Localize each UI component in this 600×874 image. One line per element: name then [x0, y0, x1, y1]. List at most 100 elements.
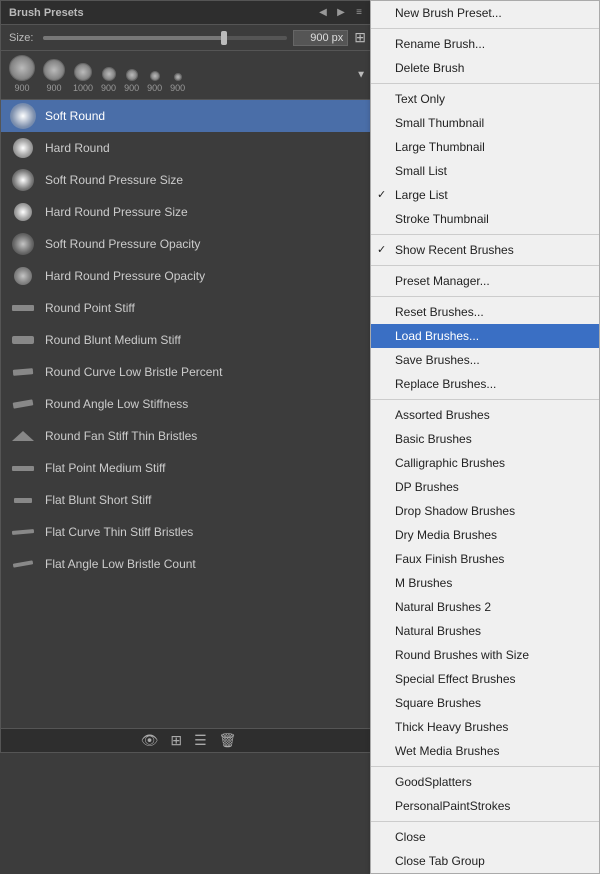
brush-item-hard-round-pressure-opacity[interactable]: Hard Round Pressure Opacity	[1, 260, 374, 292]
menu-basic-brushes[interactable]: Basic Brushes	[371, 427, 599, 451]
grid-view-icon[interactable]: ⊞	[170, 732, 182, 749]
menu-assorted-brushes[interactable]: Assorted Brushes	[371, 403, 599, 427]
menu-small-list[interactable]: Small List	[371, 159, 599, 183]
hard-round-ps-icon	[14, 203, 32, 221]
menu-faux-finish-brushes[interactable]: Faux Finish Brushes	[371, 547, 599, 571]
size-value-input[interactable]	[293, 30, 348, 46]
brush-item-hard-round-pressure-size[interactable]: Hard Round Pressure Size	[1, 196, 374, 228]
menu-rename-brush[interactable]: Rename Brush...	[371, 32, 599, 56]
slider-thumb[interactable]	[221, 31, 227, 45]
menu-wet-media-brushes[interactable]: Wet Media Brushes	[371, 739, 599, 763]
brush-item-flat-curve-thin-stiff[interactable]: Flat Curve Thin Stiff Bristles	[1, 516, 374, 548]
brush-item-soft-round[interactable]: Soft Round	[1, 100, 374, 132]
brush-icon	[9, 422, 37, 450]
menu-dp-brushes[interactable]: DP Brushes	[371, 475, 599, 499]
brush-item-flat-blunt-short-stiff[interactable]: Flat Blunt Short Stiff	[1, 484, 374, 516]
menu-personal-paint-strokes[interactable]: PersonalPaintStrokes	[371, 794, 599, 818]
eye-icon[interactable]: 👁	[141, 732, 159, 749]
menu-natural-brushes[interactable]: Natural Brushes	[371, 619, 599, 643]
menu-stroke-thumbnail[interactable]: Stroke Thumbnail	[371, 207, 599, 231]
brush-icon	[9, 198, 37, 226]
menu-reset-brushes[interactable]: Reset Brushes...	[371, 300, 599, 324]
flat-icon	[14, 498, 32, 503]
preview-circle	[150, 71, 160, 81]
menu-save-brushes[interactable]: Save Brushes...	[371, 348, 599, 372]
delete-brush-icon[interactable]: 🗑	[219, 732, 237, 749]
menu-round-brushes-size[interactable]: Round Brushes with Size	[371, 643, 599, 667]
preview-circle	[174, 73, 182, 81]
stiff-icon	[13, 368, 33, 376]
menu-square-brushes[interactable]: Square Brushes	[371, 691, 599, 715]
preview-label: 1000	[73, 83, 93, 93]
brush-icon	[9, 326, 37, 354]
brush-item-soft-round-pressure-size[interactable]: Soft Round Pressure Size	[1, 164, 374, 196]
brush-icon	[9, 294, 37, 322]
menu-good-splatters[interactable]: GoodSplatters	[371, 770, 599, 794]
preview-label: 900	[101, 83, 116, 93]
brush-name: Flat Angle Low Bristle Count	[45, 557, 196, 571]
preview-scroll-arrow[interactable]: ▼	[356, 70, 366, 81]
menu-large-thumbnail[interactable]: Large Thumbnail	[371, 135, 599, 159]
preview-label: 900	[170, 83, 185, 93]
menu-divider	[371, 766, 599, 767]
list-view-icon[interactable]: ☰	[194, 732, 207, 749]
panel-title: Brush Presets	[9, 7, 84, 19]
brush-item-round-blunt-medium-stiff[interactable]: Round Blunt Medium Stiff	[1, 324, 374, 356]
menu-close-tab-group[interactable]: Close Tab Group	[371, 849, 599, 873]
menu-preset-manager[interactable]: Preset Manager...	[371, 269, 599, 293]
brush-name: Hard Round	[45, 141, 110, 155]
brush-item-round-curve-low-bristle[interactable]: Round Curve Low Bristle Percent	[1, 356, 374, 388]
brush-name: Round Angle Low Stiffness	[45, 397, 188, 411]
menu-calligraphic-brushes[interactable]: Calligraphic Brushes	[371, 451, 599, 475]
flat-icon	[12, 466, 34, 471]
menu-close[interactable]: Close	[371, 825, 599, 849]
menu-dry-media-brushes[interactable]: Dry Media Brushes	[371, 523, 599, 547]
menu-divider	[371, 83, 599, 84]
brush-item-soft-round-pressure-opacity[interactable]: Soft Round Pressure Opacity	[1, 228, 374, 260]
hard-round-icon	[13, 138, 33, 158]
preview-item: 900	[43, 59, 65, 93]
slider-fill	[43, 36, 226, 40]
menu-m-brushes[interactable]: M Brushes	[371, 571, 599, 595]
brush-icon	[9, 134, 37, 162]
menu-icon[interactable]: ≡	[352, 7, 366, 18]
brush-item-flat-point-medium-stiff[interactable]: Flat Point Medium Stiff	[1, 452, 374, 484]
brush-name: Flat Point Medium Stiff	[45, 461, 166, 475]
size-slider[interactable]	[43, 31, 287, 45]
panel-header-icons: ◀ ▶ ≡	[316, 7, 366, 18]
expand-icon[interactable]: ▶	[334, 7, 348, 18]
menu-thick-heavy-brushes[interactable]: Thick Heavy Brushes	[371, 715, 599, 739]
preview-item: 900	[124, 69, 139, 93]
brush-item-round-angle-low-stiffness[interactable]: Round Angle Low Stiffness	[1, 388, 374, 420]
menu-load-brushes[interactable]: Load Brushes...	[371, 324, 599, 348]
preview-circle	[126, 69, 138, 81]
collapse-icon[interactable]: ◀	[316, 7, 330, 18]
brush-name: Hard Round Pressure Opacity	[45, 269, 205, 283]
menu-divider	[371, 234, 599, 235]
hard-round-po-icon	[14, 267, 32, 285]
brush-list[interactable]: Soft Round Hard Round Soft Round Pressur…	[1, 100, 374, 725]
brush-item-round-point-stiff[interactable]: Round Point Stiff	[1, 292, 374, 324]
brush-name: Round Blunt Medium Stiff	[45, 333, 181, 347]
menu-new-brush-preset[interactable]: New Brush Preset...	[371, 1, 599, 25]
stiff-icon	[13, 399, 34, 408]
menu-replace-brushes[interactable]: Replace Brushes...	[371, 372, 599, 396]
menu-natural-brushes-2[interactable]: Natural Brushes 2	[371, 595, 599, 619]
menu-delete-brush[interactable]: Delete Brush	[371, 56, 599, 80]
brush-name: Flat Blunt Short Stiff	[45, 493, 152, 507]
menu-drop-shadow-brushes[interactable]: Drop Shadow Brushes	[371, 499, 599, 523]
menu-text-only[interactable]: Text Only	[371, 87, 599, 111]
size-icon: ⊞	[354, 29, 366, 46]
brush-icon	[9, 390, 37, 418]
preview-item: 900	[9, 55, 35, 93]
soft-round-icon	[10, 103, 36, 129]
menu-special-effect-brushes[interactable]: Special Effect Brushes	[371, 667, 599, 691]
brush-item-flat-angle-low-bristle[interactable]: Flat Angle Low Bristle Count	[1, 548, 374, 580]
brush-item-round-fan-stiff[interactable]: Round Fan Stiff Thin Bristles	[1, 420, 374, 452]
menu-show-recent-brushes[interactable]: Show Recent Brushes	[371, 238, 599, 262]
menu-large-list[interactable]: Large List	[371, 183, 599, 207]
menu-small-thumbnail[interactable]: Small Thumbnail	[371, 111, 599, 135]
panel-footer: 👁 ⊞ ☰ 🗑	[1, 728, 376, 752]
dropdown-menu: New Brush Preset... Rename Brush... Dele…	[370, 0, 600, 874]
brush-item-hard-round[interactable]: Hard Round	[1, 132, 374, 164]
